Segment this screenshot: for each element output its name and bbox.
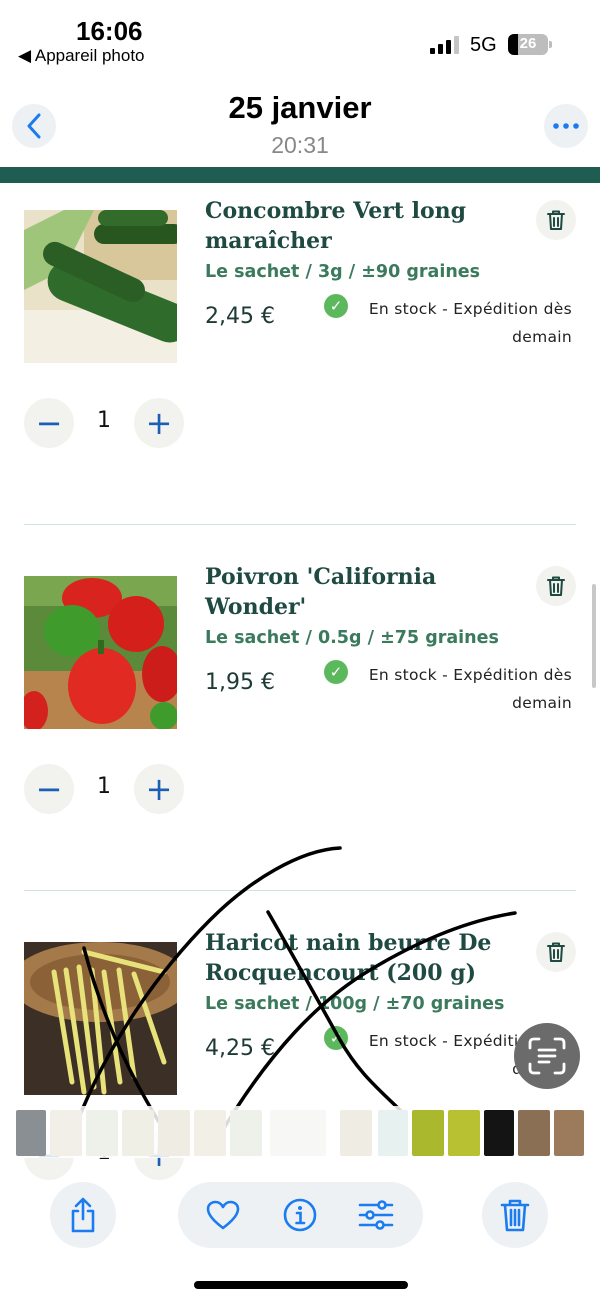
status-bar: 16:06 ◀ Appareil photo 5G 26 [0,0,600,70]
product-variant: Le sachet / 3g / ±90 graines [205,262,481,282]
photo-thumbnail[interactable] [518,1110,550,1156]
more-dots-icon [553,123,579,129]
photo-date-title: 25 janvier [228,90,372,125]
product-price: 1,95 € [205,670,275,695]
check-circle-icon: ✓ [324,1026,348,1050]
delete-photo-button[interactable] [482,1182,548,1248]
favorite-button[interactable] [203,1195,243,1235]
photo-thumbnail[interactable] [230,1110,262,1156]
network-type: 5G [470,34,497,56]
increase-quantity-button[interactable]: + [134,764,184,814]
product-price: 4,25 € [205,1036,275,1061]
back-to-app-link[interactable]: ◀ Appareil photo [18,46,145,66]
product-title[interactable]: Concombre Vert long maraîcher [205,196,505,256]
photo-thumbnail[interactable] [484,1110,514,1156]
site-header-band [0,167,600,183]
photo-thumbnail[interactable] [50,1110,82,1156]
photo-thumbnail[interactable] [158,1110,190,1156]
remove-item-button[interactable] [536,932,576,972]
photo-actions-group [178,1182,423,1248]
photo-thumbnail[interactable] [194,1110,226,1156]
photo-thumbnail[interactable] [412,1110,444,1156]
info-icon [283,1198,317,1232]
photo-thumbnail[interactable] [270,1110,326,1156]
trash-icon [547,576,565,596]
photo-thumbnail[interactable] [378,1110,408,1156]
photo-thumbnail[interactable] [86,1110,118,1156]
share-icon [71,1197,95,1233]
clock: 16:06 [76,16,143,46]
bean-photo [24,942,177,1095]
quantity-value: 1 [97,774,111,799]
heart-icon [206,1200,240,1230]
cart-item: Poivron 'California Wonder' Le sachet / … [0,548,600,908]
battery-level: 26 [519,35,537,52]
product-title[interactable]: Poivron 'California Wonder' [205,562,505,622]
trash-icon [500,1199,530,1232]
item-divider [24,890,576,891]
share-button[interactable] [50,1182,116,1248]
adjust-icon [358,1200,394,1230]
scrollbar[interactable] [592,584,596,688]
quantity-value: 1 [97,408,111,433]
photo-thumbnail[interactable] [554,1110,584,1156]
photo-time-subtitle: 20:31 [271,132,329,158]
decrease-quantity-button[interactable]: − [24,398,74,448]
trash-icon [547,942,565,962]
product-variant: Le sachet / 0.5g / ±75 graines [205,628,499,648]
info-button[interactable] [280,1195,320,1235]
more-button[interactable] [544,104,588,148]
stock-text: En stock - Expédition dès demain [368,666,572,712]
cucumber-photo [24,210,177,363]
battery-tip [549,41,552,48]
pepper-photo [24,576,177,729]
quantity-stepper: − 1 + [24,764,184,814]
increase-quantity-button[interactable]: + [134,398,184,448]
remove-item-button[interactable] [536,566,576,606]
photo-thumbnail[interactable] [16,1110,46,1156]
product-variant: Le sachet / 100g / ±70 graines [205,994,505,1014]
photo-thumbnail-strip[interactable] [0,1106,600,1158]
home-indicator[interactable] [194,1281,408,1289]
quantity-stepper: − 1 + [24,398,184,448]
battery-icon: 26 [508,34,548,55]
stock-text: En stock - Expédition dès demain [368,300,572,346]
decrease-quantity-button[interactable]: − [24,764,74,814]
photo-thumbnail[interactable] [122,1110,154,1156]
signal-icon [430,36,460,54]
live-text-icon [528,1037,566,1075]
photo-thumbnail[interactable] [340,1110,372,1156]
remove-item-button[interactable] [536,200,576,240]
product-title[interactable]: Haricot nain beurre De Rocquencourt (200… [205,928,505,988]
live-text-button[interactable] [514,1023,580,1089]
edit-button[interactable] [356,1195,396,1235]
trash-icon [547,210,565,230]
check-circle-icon: ✓ [324,660,348,684]
product-price: 2,45 € [205,304,275,329]
check-circle-icon: ✓ [324,294,348,318]
item-divider [24,524,576,525]
photo-thumbnail[interactable] [448,1110,480,1156]
cart-item: Concombre Vert long maraîcher Le sachet … [0,182,600,542]
